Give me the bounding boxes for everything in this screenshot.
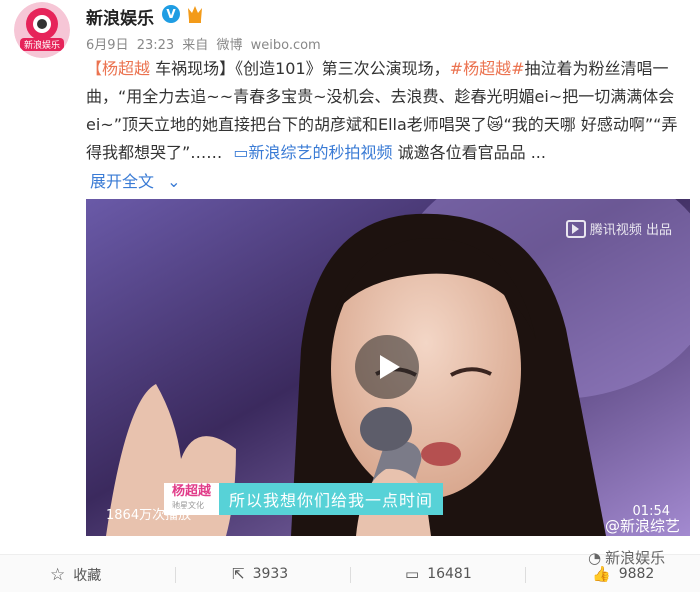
expand-full-text[interactable]: 展开全文 ⌄: [90, 168, 181, 192]
tencent-video-icon: [565, 219, 586, 238]
divider: [175, 567, 176, 583]
caption-name: 杨超越: [172, 484, 212, 499]
post-meta: 6月9日 23:23 来自 微博 weibo.com: [86, 34, 325, 53]
comment-button[interactable]: ▭ 16481: [405, 565, 472, 583]
play-button[interactable]: [355, 335, 419, 399]
sina-logo-icon: ◔: [588, 548, 602, 567]
favorite-label: 收藏: [73, 568, 102, 584]
member-crown-icon[interactable]: [186, 4, 204, 24]
like-count: 9882: [618, 566, 655, 582]
post-text-4: 诚邀各位看官品品 ...: [392, 143, 546, 162]
expand-label: 展开全文: [90, 172, 155, 191]
repost-count: 3933: [252, 566, 289, 582]
footer-watermark: ◔ 新浪娱乐: [588, 547, 665, 568]
divider: [350, 567, 351, 583]
post-text-1: 《创造101》第三次公演现场，: [235, 59, 450, 78]
post-date[interactable]: 6月9日: [86, 38, 129, 53]
source-prefix: 来自: [182, 38, 209, 53]
source-url[interactable]: weibo.com: [251, 38, 321, 53]
caption-subtitle: 所以我想你们给我一点时间: [219, 483, 444, 515]
footer-watermark-text: 新浪娱乐: [605, 549, 666, 567]
tencent-watermark: 腾讯视频 出品: [565, 219, 672, 238]
avatar[interactable]: 新浪娱乐: [14, 2, 70, 58]
play-icon: [380, 355, 400, 379]
sina-variety-watermark: @新浪综艺: [604, 517, 680, 535]
emoji-icon: 😿: [486, 115, 504, 134]
video-player[interactable]: 腾讯视频 出品 杨超越 驰星文化 所以我想你们给我一点时间 1864万次播放 0…: [86, 199, 690, 536]
repost-button[interactable]: ⇱ 3933: [232, 565, 288, 583]
star-icon: ☆: [50, 565, 66, 585]
source-name[interactable]: 微博: [216, 38, 242, 53]
favorite-button[interactable]: ☆ 收藏: [50, 565, 101, 585]
tencent-watermark-text: 腾讯视频 出品: [589, 223, 672, 238]
hashtag-link[interactable]: #杨超越#: [450, 59, 525, 78]
video-link[interactable]: 新浪综艺的秒拍视频: [249, 143, 393, 162]
topic-rest: 车祸现场】: [150, 59, 236, 78]
view-count: 1864万次播放: [106, 508, 192, 523]
chevron-down-icon: ⌄: [167, 172, 181, 191]
comment-icon: ▭: [405, 565, 420, 583]
repost-icon: ⇱: [232, 565, 245, 583]
comment-count: 16481: [427, 566, 472, 582]
divider: [525, 567, 526, 583]
post-body: 【杨超越 车祸现场】《创造101》第三次公演现场，#杨超越#抽泣着为粉丝清唱一曲…: [86, 55, 686, 167]
video-caption: 杨超越 驰星文化 所以我想你们给我一点时间: [164, 483, 444, 515]
username[interactable]: 新浪娱乐: [86, 4, 154, 29]
topic-link[interactable]: 【杨超越: [86, 59, 150, 78]
video-link-icon: ▭: [233, 143, 249, 162]
post-time[interactable]: 23:23: [137, 38, 174, 53]
svg-text:新浪娱乐: 新浪娱乐: [24, 39, 60, 51]
verified-badge-icon: V: [162, 5, 180, 23]
